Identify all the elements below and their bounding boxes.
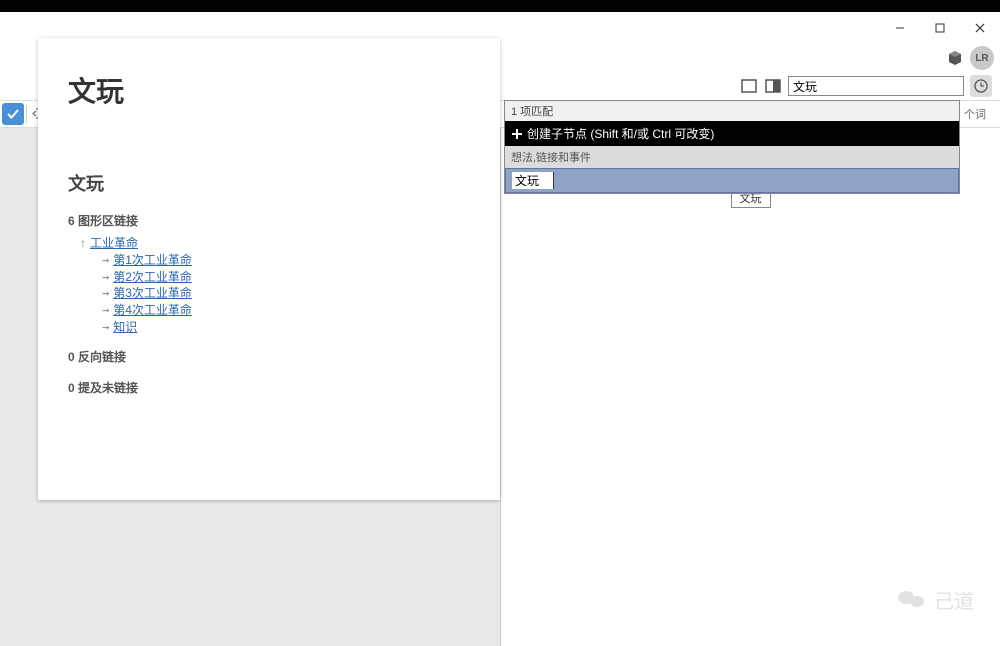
arrow-icon: →	[102, 286, 109, 300]
dropdown-result-text: 文玩	[512, 172, 554, 189]
watermark-text: 己道	[934, 585, 974, 614]
document-page: 文玩 文玩 6 图形区链接 ↑ 工业革命 → 第1次工业革命 → 第2次工业革命 → 第…	[38, 38, 500, 500]
search-input[interactable]	[788, 76, 964, 96]
side-count-label: 个词	[958, 106, 992, 122]
user-avatar[interactable]: LR	[970, 46, 994, 70]
child-link[interactable]: 知识	[113, 320, 137, 334]
wechat-icon	[898, 588, 926, 612]
dropdown-match-count: 1 项匹配	[505, 101, 959, 121]
document-title: 文玩	[68, 70, 470, 110]
section-graph-links-heading: 6 图形区链接	[68, 212, 470, 229]
child-link[interactable]: 第3次工业革命	[113, 286, 192, 300]
parent-link[interactable]: 工业革命	[90, 236, 138, 250]
up-arrow-icon: ↑	[80, 236, 86, 250]
child-link[interactable]: 第1次工业革命	[113, 253, 192, 267]
dropdown-create-child[interactable]: 创建子节点 (Shift 和/或 Ctrl 可改变)	[505, 121, 959, 146]
dropdown-create-label: 创建子节点 (Shift 和/或 Ctrl 可改变)	[527, 125, 714, 142]
right-graph-pane: 文玩	[500, 128, 1000, 646]
close-button[interactable]	[960, 12, 1000, 44]
view-single-pane-icon[interactable]	[740, 77, 758, 95]
section-backlinks-heading: 0 反向链接	[68, 348, 470, 365]
arrow-icon: →	[102, 320, 109, 334]
maximize-button[interactable]	[920, 12, 960, 44]
search-dropdown: 1 项匹配 创建子节点 (Shift 和/或 Ctrl 可改变) 想法,链接和事…	[504, 100, 960, 194]
document-subtitle: 文玩	[68, 170, 470, 196]
arrow-icon: →	[102, 270, 109, 284]
arrow-icon: →	[102, 303, 109, 317]
decorative-top-strip	[0, 0, 1000, 12]
history-clock-button[interactable]	[970, 75, 992, 97]
watermark: 己道	[898, 585, 974, 614]
child-link[interactable]: 第4次工业革命	[113, 303, 192, 317]
checkbox-tool-icon[interactable]	[2, 103, 24, 125]
graph-links-list: ↑ 工业革命 → 第1次工业革命 → 第2次工业革命 → 第3次工业革命 → 第4次工业革…	[68, 235, 470, 336]
view-split-pane-icon[interactable]	[764, 77, 782, 95]
extension-icon[interactable]	[944, 47, 966, 69]
section-mentions-heading: 0 提及未链接	[68, 379, 470, 396]
child-link[interactable]: 第2次工业革命	[113, 270, 192, 284]
dropdown-section-label: 想法,链接和事件	[505, 146, 959, 168]
minimize-button[interactable]	[880, 12, 920, 44]
arrow-icon: →	[102, 253, 109, 267]
dropdown-result-item[interactable]: 文玩	[505, 168, 959, 193]
